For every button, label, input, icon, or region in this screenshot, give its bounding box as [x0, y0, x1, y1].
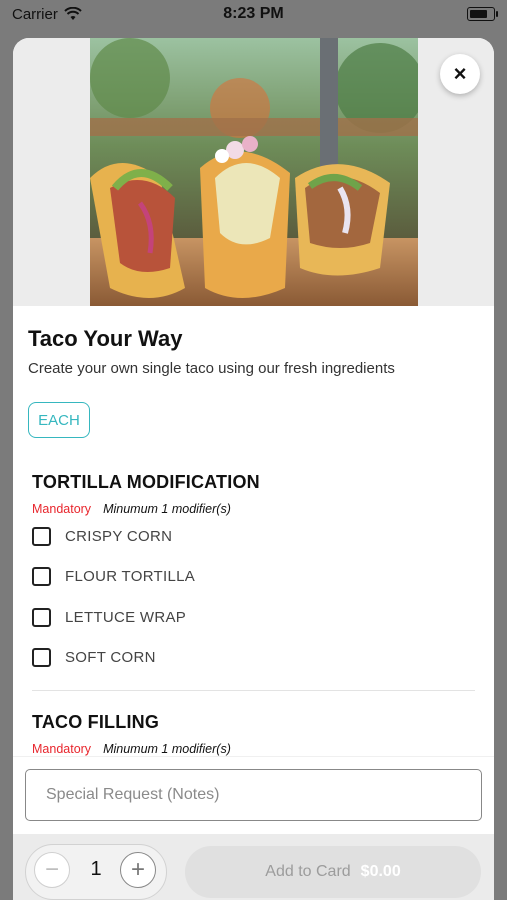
minus-icon: − — [44, 856, 59, 883]
special-request-input[interactable] — [25, 769, 482, 821]
item-description: Create your own single taco using our fr… — [28, 360, 395, 377]
increase-quantity-button[interactable]: + — [120, 852, 156, 888]
add-button-price: $0.00 — [360, 863, 401, 880]
battery-icon — [467, 7, 498, 21]
quantity-value: 1 — [90, 858, 102, 880]
option-label: SOFT CORN — [65, 649, 156, 666]
status-time: 8:23 PM — [223, 5, 284, 22]
section-title-tortilla: TORTILLA MODIFICATION — [32, 472, 260, 492]
option-flour-tortilla[interactable]: FLOUR TORTILLA — [32, 567, 195, 586]
checkbox[interactable] — [32, 567, 51, 586]
section-requirements: Mandatory Minumum 1 modifier(s) — [32, 742, 231, 756]
checkbox[interactable] — [32, 527, 51, 546]
section-divider — [32, 690, 475, 691]
size-option-each[interactable]: EACH — [28, 402, 90, 438]
bottom-bar: − 1 + Add to Card $0.00 — [13, 834, 494, 900]
option-lettuce-wrap[interactable]: LETTUCE WRAP — [32, 608, 186, 627]
option-label: FLOUR TORTILLA — [65, 568, 196, 585]
decrease-quantity-button[interactable]: − — [34, 852, 70, 888]
minimum-label: Minumum 1 modifier(s) — [103, 742, 231, 756]
add-to-cart-button[interactable]: Add to Card $0.00 — [185, 846, 481, 898]
notes-area — [13, 756, 494, 835]
item-modal: × Taco Your Way Create your own single t… — [13, 38, 494, 900]
checkbox[interactable] — [32, 648, 51, 667]
quantity-stepper: − 1 + — [25, 844, 167, 900]
checkbox[interactable] — [32, 608, 51, 627]
section-title-filling: TACO FILLING — [32, 712, 160, 732]
minimum-label: Minumum 1 modifier(s) — [103, 502, 231, 516]
option-crispy-corn[interactable]: CRISPY CORN — [32, 527, 172, 546]
close-icon: × — [453, 61, 467, 86]
option-label: LETTUCE WRAP — [65, 609, 187, 626]
taco-photo — [90, 38, 418, 306]
mandatory-label: Mandatory — [32, 742, 92, 756]
status-bar: Carrier 8:23 PM — [0, 0, 507, 28]
close-button[interactable]: × — [440, 54, 480, 94]
option-label: CRISPY CORN — [65, 528, 173, 545]
mandatory-label: Mandatory — [32, 502, 92, 516]
plus-icon: + — [130, 856, 145, 883]
hero-area: × — [13, 38, 494, 306]
add-button-label: Add to Card — [265, 863, 351, 880]
section-requirements: Mandatory Minumum 1 modifier(s) — [32, 502, 231, 516]
option-soft-corn[interactable]: SOFT CORN — [32, 648, 156, 667]
item-title: Taco Your Way — [28, 326, 183, 351]
